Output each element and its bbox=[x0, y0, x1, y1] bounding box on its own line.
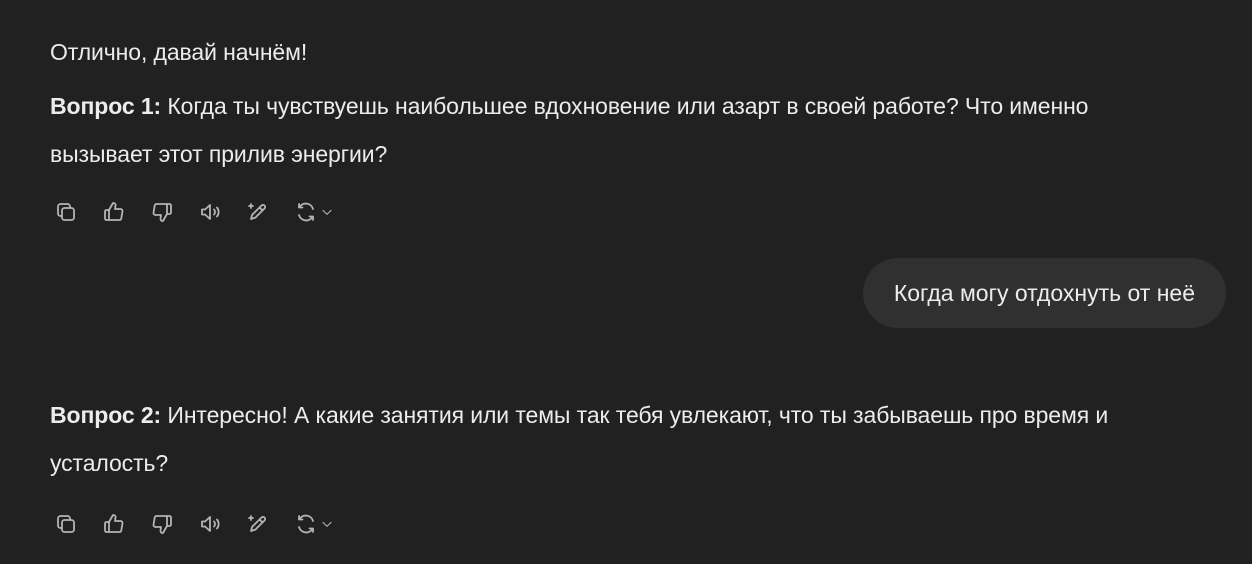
read-aloud-button[interactable] bbox=[194, 196, 226, 228]
edit-button[interactable] bbox=[242, 196, 274, 228]
question-2-label: Вопрос 2: bbox=[50, 402, 162, 428]
thumbs-down-button[interactable] bbox=[146, 508, 178, 540]
question-1-paragraph: Вопрос 1: Когда ты чувствуешь наибольшее… bbox=[50, 82, 1190, 178]
thumbs-down-button[interactable] bbox=[146, 196, 178, 228]
message-actions-1 bbox=[50, 196, 338, 228]
thumbs-down-icon bbox=[152, 203, 172, 222]
thumbs-up-button[interactable] bbox=[98, 196, 130, 228]
read-aloud-button[interactable] bbox=[194, 508, 226, 540]
edit-sparkle-icon bbox=[248, 203, 266, 220]
copy-icon bbox=[57, 203, 75, 221]
question-2-paragraph: Вопрос 2: Интересно! А какие занятия или… bbox=[50, 391, 1190, 487]
assistant-message-2: Вопрос 2: Интересно! А какие занятия или… bbox=[50, 391, 1190, 487]
chevron-down-icon bbox=[322, 209, 332, 215]
read-aloud-icon bbox=[201, 204, 220, 220]
thumbs-up-button[interactable] bbox=[98, 508, 130, 540]
thumbs-down-icon bbox=[152, 515, 172, 534]
copy-button[interactable] bbox=[50, 508, 82, 540]
chevron-down-icon bbox=[322, 521, 332, 527]
thumbs-up-icon bbox=[104, 202, 124, 221]
copy-button[interactable] bbox=[50, 196, 82, 228]
assistant-intro-text: Отлично, давай начнём! bbox=[50, 39, 308, 65]
edit-sparkle-icon bbox=[248, 515, 266, 532]
assistant-message-1: Отлично, давай начнём! Вопрос 1: Когда т… bbox=[50, 28, 1190, 178]
thumbs-up-icon bbox=[104, 514, 124, 533]
regenerate-button[interactable] bbox=[290, 508, 338, 540]
regenerate-button[interactable] bbox=[290, 196, 338, 228]
regenerate-icon bbox=[298, 514, 314, 534]
message-actions-2 bbox=[50, 508, 338, 540]
copy-icon bbox=[57, 515, 75, 533]
question-2-text: Интересно! А какие занятия или темы так … bbox=[50, 402, 1109, 476]
edit-button[interactable] bbox=[242, 508, 274, 540]
read-aloud-icon bbox=[201, 516, 220, 532]
user-message-bubble: Когда могу отдохнуть от неё bbox=[862, 258, 1226, 328]
question-1-label: Вопрос 1: bbox=[50, 93, 162, 119]
question-1-text: Когда ты чувствуешь наибольшее вдохновен… bbox=[50, 93, 1089, 167]
regenerate-icon bbox=[298, 202, 314, 222]
